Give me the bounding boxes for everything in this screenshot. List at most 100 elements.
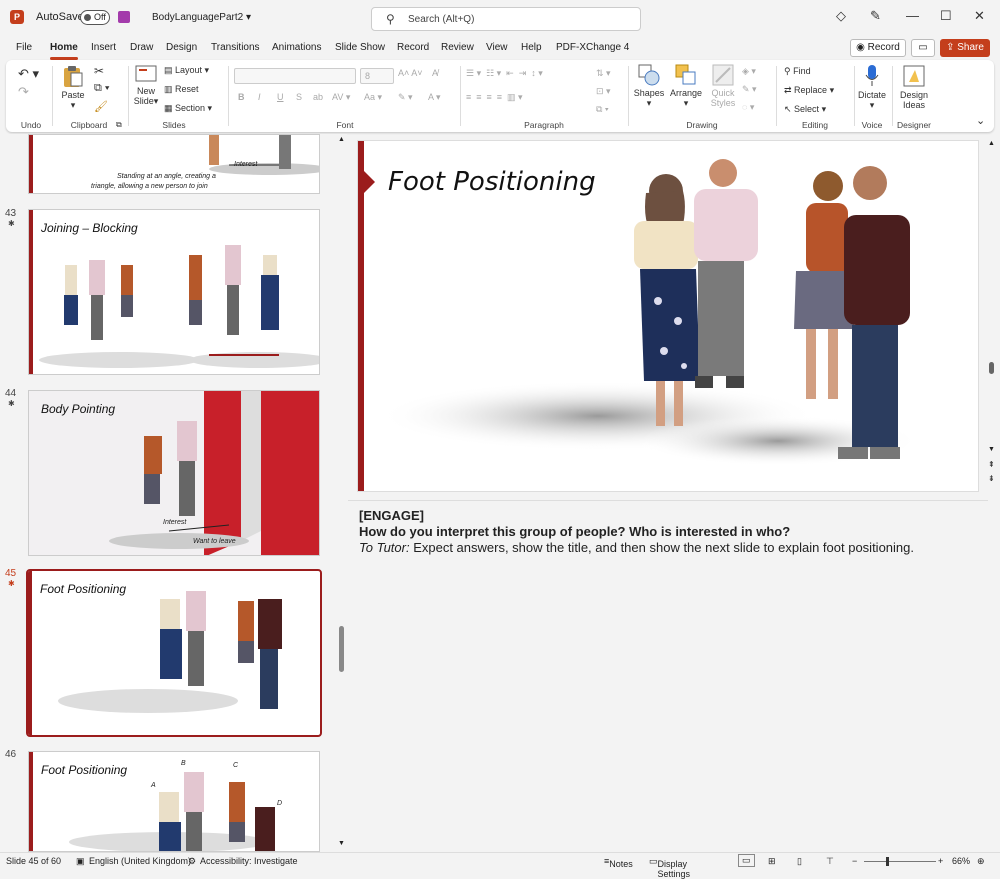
scroll-down-icon[interactable]: ▼ xyxy=(988,446,995,453)
zoom-level[interactable]: 66% xyxy=(952,856,970,866)
shapes-button[interactable]: Shapes ▾ xyxy=(632,64,666,109)
slide-scrollbar[interactable]: ▲ ▼ ⇞ ⇟ xyxy=(987,140,997,852)
new-slide-button[interactable]: New Slide▾ xyxy=(132,64,160,107)
reset-button[interactable]: ▥ Reset xyxy=(164,84,199,95)
bold-icon[interactable]: B xyxy=(238,92,245,102)
scroll-thumb[interactable] xyxy=(339,626,344,672)
speaker-notes-pane[interactable]: [ENGAGE] How do you interpret this group… xyxy=(348,500,988,852)
underline-icon[interactable]: U xyxy=(277,92,284,102)
bullets-icon[interactable]: ☰ ▾ ☷ ▾ ⇤ ⇥ ↕ ▾ xyxy=(466,68,543,79)
align-icons[interactable]: ≡ ≡ ≡ ≡ ▥ ▾ xyxy=(466,92,523,103)
slide-sorter-icon[interactable]: ⊞ xyxy=(768,856,776,867)
normal-view-icon[interactable]: ▭ xyxy=(738,854,755,867)
proofing-icon[interactable]: ▣ xyxy=(76,856,85,867)
italic-icon[interactable]: I xyxy=(258,92,261,102)
shadow-icon[interactable]: ab xyxy=(313,92,323,102)
tab-draw[interactable]: Draw xyxy=(130,42,153,53)
shape-fill-icon[interactable]: ◈ ▾ xyxy=(742,66,756,77)
tab-slide-show[interactable]: Slide Show xyxy=(335,42,385,53)
font-size-box[interactable]: 8 xyxy=(360,68,394,84)
tab-insert[interactable]: Insert xyxy=(91,42,116,53)
pen-icon[interactable]: ✎ xyxy=(870,8,881,24)
section-button[interactable]: ▦ Section ▾ xyxy=(164,103,212,114)
thumbnail-scrollbar[interactable]: ▲ ▼ xyxy=(338,134,346,852)
tab-view[interactable]: View xyxy=(486,42,508,53)
spacing-icon[interactable]: AV ▾ xyxy=(332,92,350,103)
tab-transitions[interactable]: Transitions xyxy=(211,42,260,53)
display-settings-button[interactable]: ▭ Display Settings xyxy=(649,856,690,879)
next-slide-icon[interactable]: ⇟ xyxy=(988,474,995,483)
strikethrough-icon[interactable]: S xyxy=(296,92,302,102)
clear-format-icon[interactable]: A̸ xyxy=(432,68,438,78)
fit-to-window-icon[interactable]: ⊕ xyxy=(977,856,985,867)
layout-button[interactable]: ▤ Layout ▾ xyxy=(164,65,209,76)
tab-help[interactable]: Help xyxy=(521,42,542,53)
autosave-toggle[interactable]: Off xyxy=(80,10,110,25)
tab-pdf-xchange[interactable]: PDF-XChange 4 xyxy=(556,42,629,53)
tab-file[interactable]: File xyxy=(16,42,32,53)
save-icon[interactable] xyxy=(118,11,130,23)
design-ideas-button[interactable]: Design Ideas xyxy=(896,64,932,110)
autosave-label: AutoSave xyxy=(36,11,84,23)
scroll-down-icon[interactable]: ▼ xyxy=(338,840,345,847)
find-button[interactable]: ⚲ Find xyxy=(784,66,811,77)
font-color-icon[interactable]: A ▾ xyxy=(428,92,441,103)
reading-view-icon[interactable]: ▯ xyxy=(797,856,802,867)
slide-thumbnail-42[interactable]: Interest Standing at an angle, creating … xyxy=(28,134,320,194)
cut-icon[interactable]: ✂ xyxy=(94,64,104,78)
diamond-icon[interactable]: ◇ xyxy=(836,8,846,24)
ribbon: ↶ ▾ ↷ Undo Paste ▾ ✂ ⧉ ▾ 🖌 Clipboard ⧉ Ne… xyxy=(6,60,994,132)
text-direction-icon[interactable]: ⇅ ▾ xyxy=(596,68,611,79)
slide-thumbnail-45[interactable]: Foot Positioning xyxy=(26,569,322,737)
undo-icon[interactable]: ↶ ▾ xyxy=(18,66,39,82)
zoom-slider[interactable] xyxy=(864,857,936,866)
zoom-out-icon[interactable]: − xyxy=(852,856,857,866)
scroll-up-icon[interactable]: ▲ xyxy=(988,140,995,147)
tab-animations[interactable]: Animations xyxy=(272,42,321,53)
language-indicator[interactable]: English (United Kingdom) xyxy=(89,856,191,866)
change-case-icon[interactable]: Aa ▾ xyxy=(364,92,382,103)
zoom-in-icon[interactable]: + xyxy=(938,856,943,866)
minimize-button[interactable]: — xyxy=(906,8,919,23)
collapse-ribbon-icon[interactable]: ⌄ xyxy=(976,114,985,127)
font-name-box[interactable] xyxy=(234,68,356,84)
close-button[interactable]: ✕ xyxy=(974,8,985,24)
redo-icon[interactable]: ↷ xyxy=(18,84,29,100)
slide-show-icon[interactable]: ⊤ xyxy=(826,856,834,867)
tab-review[interactable]: Review xyxy=(441,42,474,53)
tab-record[interactable]: Record xyxy=(397,42,429,53)
select-button[interactable]: ↖ Select ▾ xyxy=(784,104,826,115)
search-box[interactable]: ⚲ Search (Alt+Q) xyxy=(371,7,641,31)
maximize-button[interactable]: ☐ xyxy=(940,8,952,24)
tab-design[interactable]: Design xyxy=(166,42,197,53)
document-filename[interactable]: BodyLanguagePart2 ▾ xyxy=(152,12,251,23)
main-slide-canvas[interactable]: Foot Positioning xyxy=(357,140,979,492)
previous-slide-icon[interactable]: ⇞ xyxy=(988,460,995,469)
quick-styles-button[interactable]: Quick Styles xyxy=(706,64,740,108)
highlight-icon[interactable]: ✎ ▾ xyxy=(398,92,413,103)
tab-home[interactable]: Home xyxy=(50,42,78,60)
slide-thumbnail-46[interactable]: Foot Positioning A B C D xyxy=(28,751,320,852)
accessibility-status[interactable]: Accessibility: Investigate xyxy=(200,856,298,866)
replace-button[interactable]: ⇄ Replace ▾ xyxy=(784,85,834,96)
format-painter-icon[interactable]: 🖌 xyxy=(94,100,108,113)
grow-font-icon[interactable]: A˄ A˅ xyxy=(398,68,423,78)
notes-button[interactable]: ≡ Notes xyxy=(604,856,633,869)
comments-button[interactable]: ▭ xyxy=(911,39,935,57)
shape-outline-icon[interactable]: ✎ ▾ xyxy=(742,84,757,95)
dictate-button[interactable]: Dictate ▾ xyxy=(856,64,888,111)
shape-effects-icon[interactable]: ◌ ▾ xyxy=(742,102,754,113)
share-button[interactable]: ⇪ Share xyxy=(940,39,990,57)
paste-button[interactable]: Paste ▾ xyxy=(58,64,88,111)
slide-scroll-thumb[interactable] xyxy=(989,362,994,374)
dialog-launcher-icon[interactable]: ⧉ xyxy=(116,120,122,130)
arrange-button[interactable]: Arrange ▾ xyxy=(668,64,704,109)
smartart-icon[interactable]: ⧉ ▾ xyxy=(596,104,609,115)
slide-thumbnail-44[interactable]: Body Pointing Interest Want to leave xyxy=(28,390,320,556)
record-button[interactable]: ◉ Record xyxy=(850,39,906,57)
zoom-slider-thumb[interactable] xyxy=(886,857,889,866)
copy-icon[interactable]: ⧉ ▾ xyxy=(94,82,110,95)
align-text-icon[interactable]: ⊡ ▾ xyxy=(596,86,611,97)
scroll-up-icon[interactable]: ▲ xyxy=(338,136,345,143)
slide-thumbnail-43[interactable]: Joining – Blocking xyxy=(28,209,320,375)
